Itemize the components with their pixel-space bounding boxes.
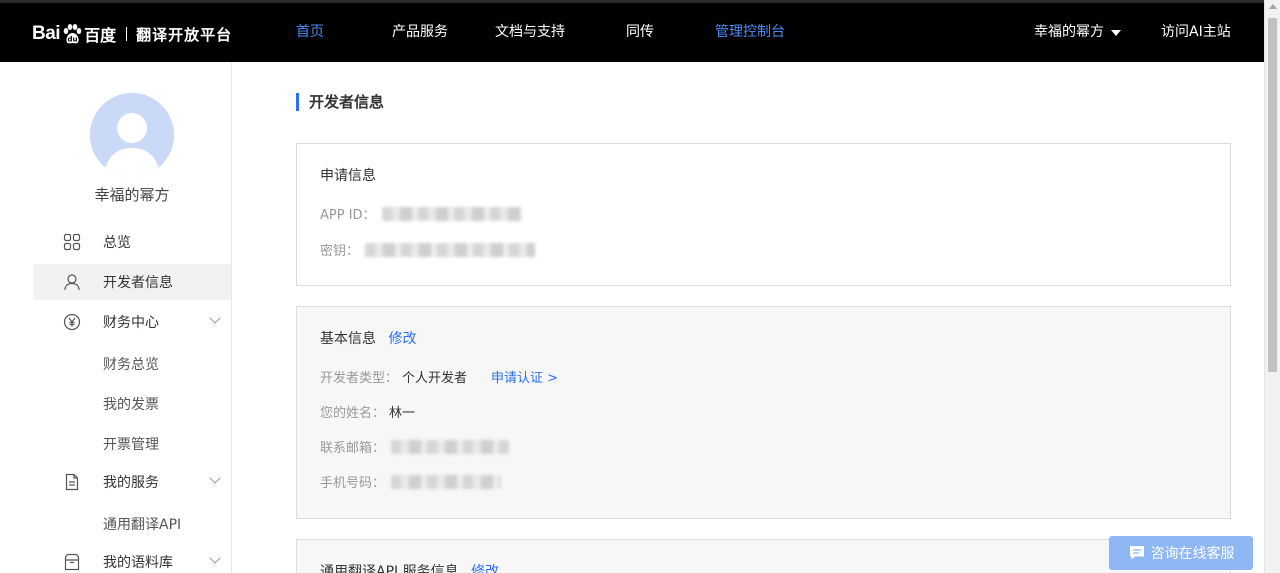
api-service-info-title-text: 通用翻译API 服务信息: [320, 564, 459, 573]
phone-label: 手机号码：: [320, 476, 386, 491]
sidebar-item-label: 总览: [103, 235, 131, 251]
nav-docs[interactable]: 文档与支持: [495, 3, 565, 62]
top-navigation-bar: Bai du 百度 翻译开放平台 首页 产品服务 文档与支持 同传 管理控制台 …: [0, 0, 1264, 62]
sidebar-item-label: 财务中心: [103, 315, 159, 331]
sidebar-subitem-invoice-management[interactable]: 开票管理: [103, 434, 159, 454]
api-service-info-title: 通用翻译API 服务信息 修改: [320, 561, 499, 573]
online-support-label: 咨询在线客服: [1150, 546, 1235, 562]
basic-info-panel: 基本信息 修改 开发者类型： 个人开发者 申请认证 > 您的姓名： 林一 联系邮…: [296, 306, 1231, 519]
apply-info-title: 申请信息: [320, 168, 376, 184]
name-value: 林一: [389, 406, 416, 421]
sidebar-subitem-my-invoices[interactable]: 我的发票: [103, 394, 159, 414]
baidu-logo[interactable]: Bai du 百度 翻译开放平台: [32, 19, 232, 49]
avatar[interactable]: [90, 93, 174, 177]
grid-icon: [63, 233, 81, 251]
document-icon: [63, 473, 81, 491]
sidebar-subitem-finance-overview[interactable]: 财务总览: [103, 354, 159, 374]
platform-title: 翻译开放平台: [136, 25, 233, 44]
apply-certification-link[interactable]: 申请认证 >: [491, 367, 558, 386]
email-label: 联系邮箱：: [320, 441, 386, 456]
api-service-info-panel: 通用翻译API 服务信息 修改: [296, 539, 1231, 573]
user-name: 幸福的幂方: [1034, 24, 1104, 40]
secret-row: 密钥：: [320, 240, 536, 259]
caret-down-icon: [1111, 29, 1121, 36]
sidebar-username: 幸福的幂方: [94, 186, 170, 204]
nav-simultaneous[interactable]: 同传: [626, 3, 654, 62]
sidebar-item-developer-info[interactable]: 开发者信息: [33, 264, 231, 300]
page-title: 开发者信息: [296, 93, 384, 111]
scroll-up-arrow-icon[interactable]: [1269, 4, 1277, 9]
basic-info-title: 基本信息 修改: [320, 328, 416, 348]
nav-products[interactable]: 产品服务: [392, 3, 448, 62]
app-id-row: APP ID：: [320, 204, 522, 223]
phone-row: 手机号码：: [320, 472, 502, 491]
nav-console[interactable]: 管理控制台: [715, 3, 785, 62]
app-id-label: APP ID：: [320, 208, 376, 223]
svg-text:du: du: [68, 36, 78, 44]
secret-value-redacted: [365, 242, 536, 257]
basic-info-title-text: 基本信息: [320, 331, 376, 347]
chat-bubble-icon: [1129, 546, 1144, 560]
logo-divider: [126, 27, 128, 41]
sidebar-item-my-corpus[interactable]: 我的语料库: [33, 544, 231, 573]
sidebar-item-label: 我的语料库: [103, 555, 173, 571]
page-scrollbar[interactable]: [1264, 0, 1280, 573]
logo-text-bai: Bai: [32, 23, 61, 44]
sidebar-item-label: 我的服务: [103, 475, 159, 491]
sidebar-item-overview[interactable]: 总览: [33, 224, 231, 260]
scroll-thumb[interactable]: [1268, 18, 1277, 372]
user-dropdown[interactable]: 幸福的幂方: [1034, 3, 1121, 62]
phone-value-redacted: [391, 474, 502, 489]
api-service-edit-link[interactable]: 修改: [471, 564, 499, 573]
email-row: 联系邮箱：: [320, 437, 510, 456]
online-support-button[interactable]: 咨询在线客服: [1109, 536, 1253, 570]
apply-info-panel: 申请信息 APP ID： 密钥：: [296, 143, 1231, 286]
secret-label: 密钥：: [320, 244, 360, 259]
user-icon: [63, 273, 81, 291]
basic-info-edit-link[interactable]: 修改: [388, 331, 416, 347]
chevron-down-icon: [209, 552, 221, 564]
yen-icon: [63, 313, 81, 331]
developer-type-value: 个人开发者: [402, 371, 468, 386]
sidebar-item-my-services[interactable]: 我的服务: [33, 464, 231, 500]
chevron-down-icon: [209, 312, 221, 324]
nav-home[interactable]: 首页: [296, 3, 324, 62]
name-label: 您的姓名：: [320, 406, 386, 421]
logo-text-baidu: 百度: [84, 26, 117, 45]
developer-type-label: 开发者类型：: [320, 371, 399, 386]
chevron-down-icon: [209, 472, 221, 484]
sidebar-item-finance[interactable]: 财务中心: [33, 304, 231, 340]
paw-icon: du: [61, 23, 83, 45]
archive-icon: [63, 553, 81, 571]
sidebar: 幸福的幂方 总览 开发者信息 财务中心 财务总览 我的发票 开票管理 我的服务 …: [0, 62, 232, 573]
email-value-redacted: [391, 439, 510, 454]
developer-type-row: 开发者类型： 个人开发者 申请认证 >: [320, 367, 558, 386]
visit-ai-link[interactable]: 访问AI主站: [1161, 3, 1231, 62]
app-id-value-redacted: [381, 206, 522, 221]
sidebar-subitem-general-translation-api[interactable]: 通用翻译API: [103, 514, 181, 534]
sidebar-item-label: 开发者信息: [103, 275, 173, 291]
name-row: 您的姓名： 林一: [320, 402, 415, 421]
